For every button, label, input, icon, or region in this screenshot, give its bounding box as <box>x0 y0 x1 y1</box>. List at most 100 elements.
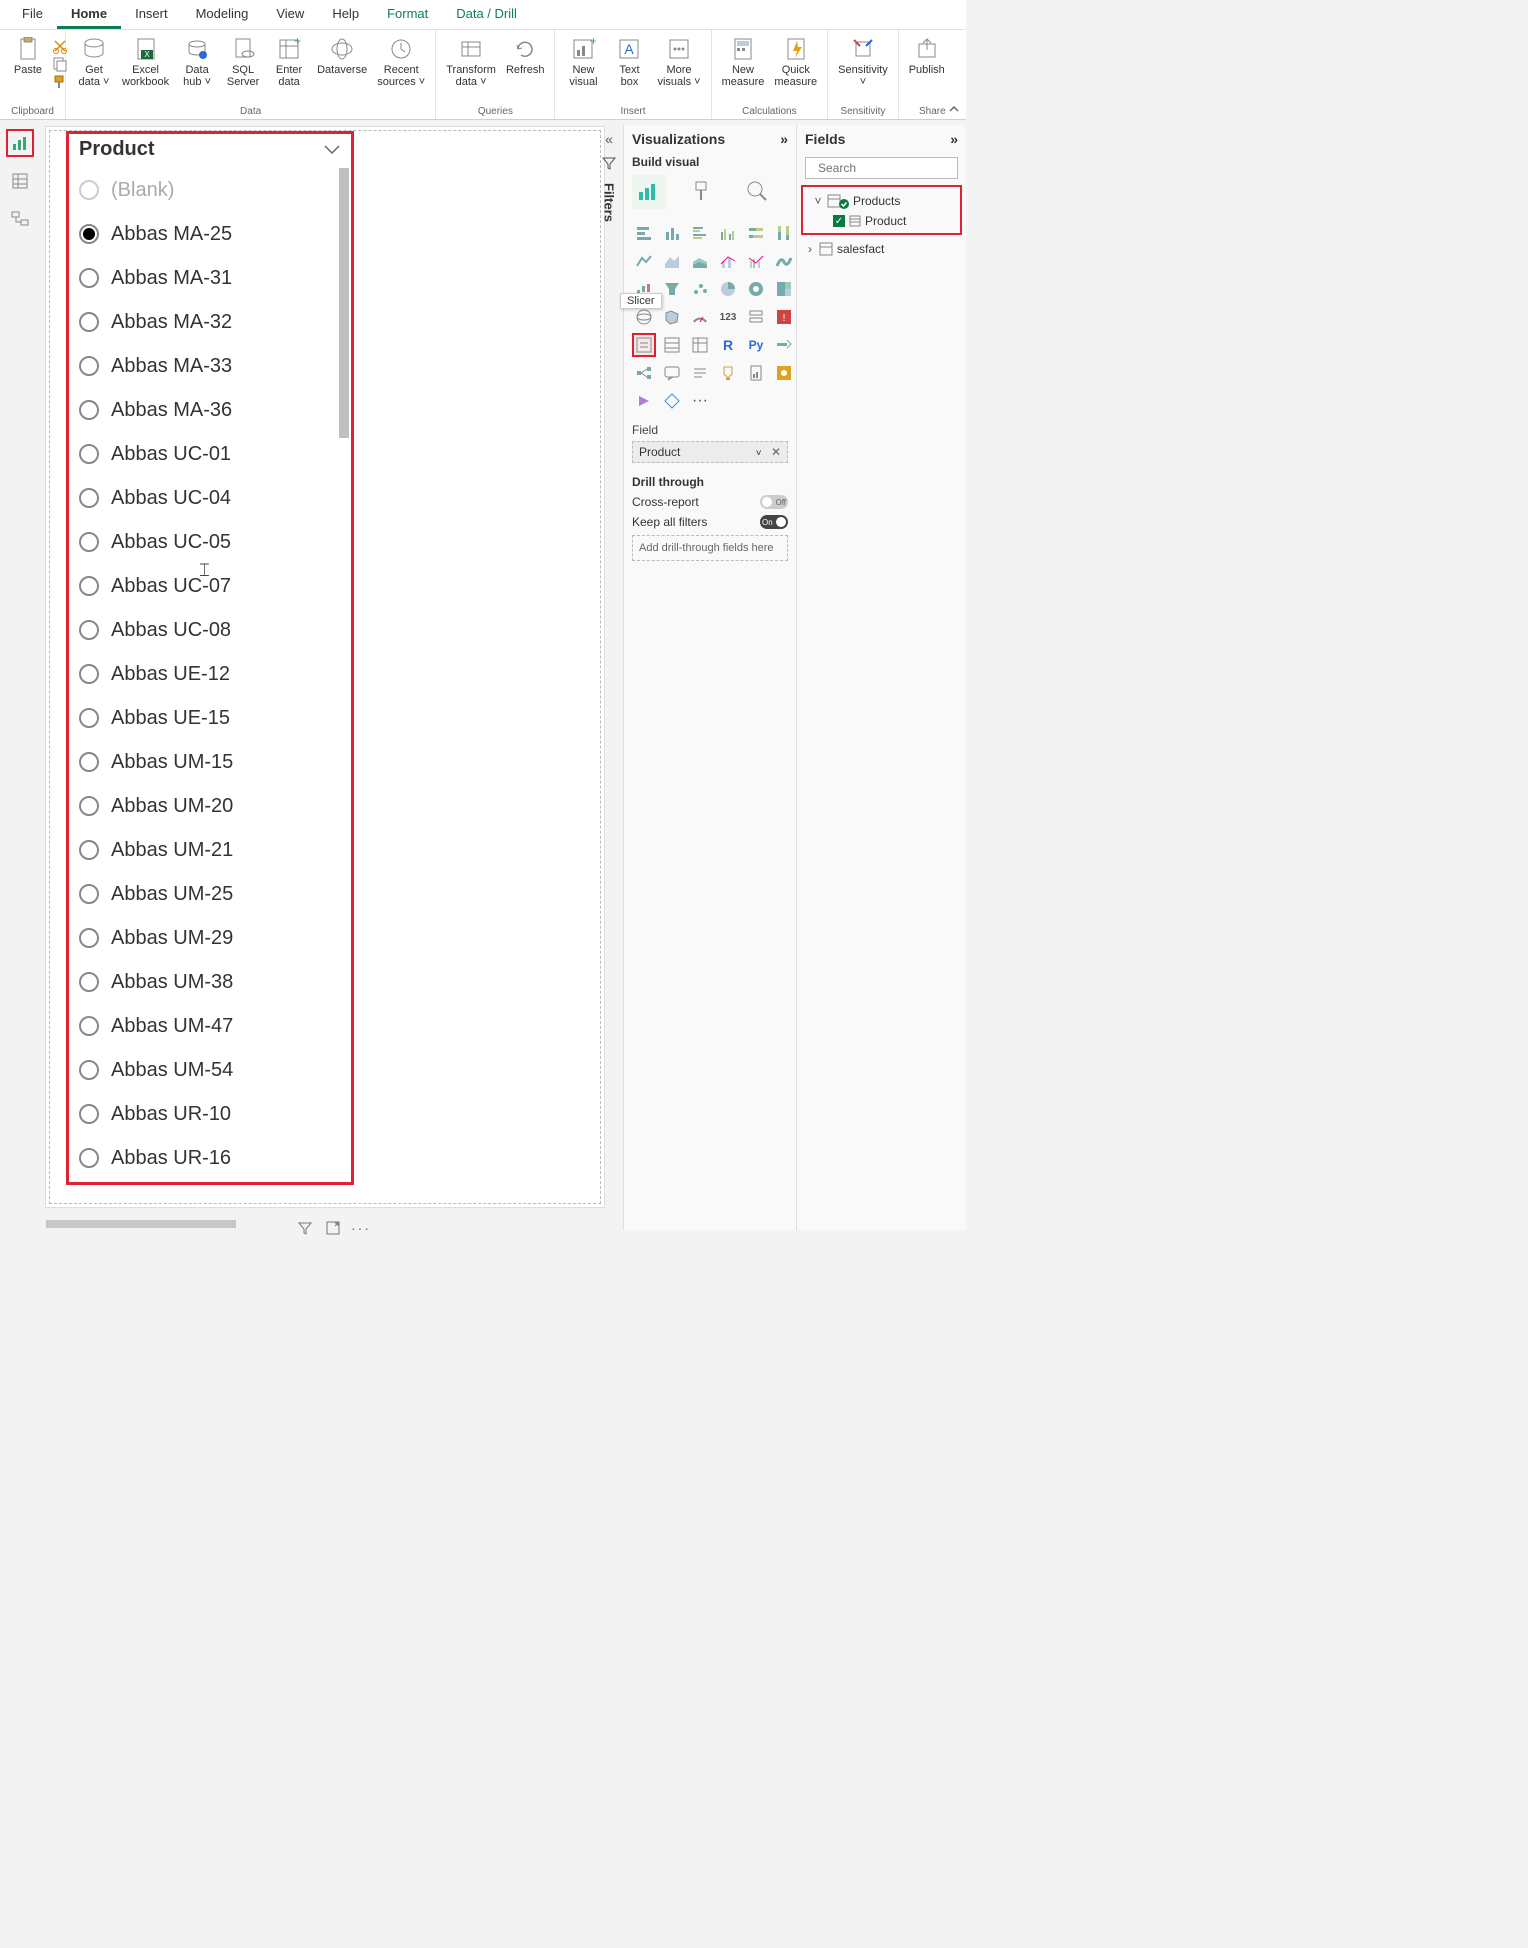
tab-view[interactable]: View <box>262 0 318 29</box>
quick-button[interactable]: Quickmeasure <box>770 34 821 90</box>
ribbon-chart-icon[interactable] <box>772 249 796 273</box>
horizontal-scrollbar[interactable] <box>46 1216 604 1228</box>
radio-icon[interactable] <box>79 532 99 552</box>
radio-icon[interactable] <box>79 840 99 860</box>
enter-button[interactable]: +Enterdata <box>267 34 311 90</box>
radio-icon[interactable] <box>79 884 99 904</box>
collapse-fields-icon[interactable]: » <box>950 131 958 147</box>
label-button[interactable]: Sensitivity˅ <box>834 34 892 90</box>
product-slicer[interactable]: Product (Blank)Abbas MA-25Abbas MA-31Abb… <box>66 131 354 1185</box>
power-automate-icon[interactable] <box>632 389 656 413</box>
report-canvas[interactable]: Product (Blank)Abbas MA-25Abbas MA-31Abb… <box>40 125 966 1230</box>
radio-icon[interactable] <box>79 444 99 464</box>
search-input[interactable] <box>818 161 973 175</box>
stacked-area-icon[interactable] <box>688 249 712 273</box>
textbox-button[interactable]: ATextbox <box>607 34 651 90</box>
tab-insert[interactable]: Insert <box>121 0 182 29</box>
multi-row-card-icon[interactable] <box>744 305 768 329</box>
radio-icon[interactable] <box>79 972 99 992</box>
slicer-item-7[interactable]: Abbas UC-04 <box>79 476 351 520</box>
line-clustered-column-icon[interactable] <box>744 249 768 273</box>
decomposition-tree-icon[interactable] <box>632 361 656 385</box>
field-chip-remove-icon[interactable]: ✕ <box>771 445 781 459</box>
stacked-bar-100-icon[interactable] <box>744 221 768 245</box>
slicer-item-16[interactable]: Abbas UM-25 <box>79 872 351 916</box>
slicer-item-1[interactable]: Abbas MA-25 <box>79 212 351 256</box>
table-salesfact[interactable]: › salesfact <box>803 239 960 259</box>
paste-button[interactable]: Paste <box>6 34 50 94</box>
slicer-item-0[interactable]: (Blank) <box>79 168 351 212</box>
clustered-bar-icon[interactable] <box>688 221 712 245</box>
slicer-item-12[interactable]: Abbas UE-15 <box>79 696 351 740</box>
radio-icon[interactable] <box>79 1016 99 1036</box>
slicer-item-2[interactable]: Abbas MA-31 <box>79 256 351 300</box>
slicer-item-22[interactable]: Abbas UR-16 <box>79 1136 351 1180</box>
tab-format[interactable]: Format <box>373 0 442 29</box>
slicer-item-10[interactable]: Abbas UC-08 <box>79 608 351 652</box>
radio-icon[interactable] <box>79 488 99 508</box>
slicer-item-9[interactable]: Abbas UC-07 <box>79 564 351 608</box>
visual-button[interactable]: +Newvisual <box>561 34 605 90</box>
tab-data-drill[interactable]: Data / Drill <box>442 0 531 29</box>
slicer-item-21[interactable]: Abbas UR-10 <box>79 1092 351 1136</box>
stacked-column-100-icon[interactable] <box>772 221 796 245</box>
stacked-bar-icon[interactable] <box>632 221 656 245</box>
smart-narrative-icon[interactable] <box>688 361 712 385</box>
hub-button[interactable]: Datahub ˅ <box>175 34 219 90</box>
radio-icon[interactable] <box>79 796 99 816</box>
slicer-item-17[interactable]: Abbas UM-29 <box>79 916 351 960</box>
collapse-viz-icon[interactable]: » <box>780 131 788 147</box>
card-icon[interactable]: 123 <box>716 305 740 329</box>
radio-icon[interactable] <box>79 1060 99 1080</box>
slicer-visual-icon[interactable] <box>632 333 656 357</box>
kpi-icon[interactable]: ! <box>772 305 796 329</box>
slicer-item-6[interactable]: Abbas UC-01 <box>79 432 351 476</box>
cross-report-toggle[interactable] <box>760 495 788 509</box>
radio-icon[interactable] <box>79 664 99 684</box>
radio-icon[interactable] <box>79 1104 99 1124</box>
expand-filters-icon[interactable]: « <box>605 131 613 147</box>
transform-button[interactable]: Transformdata ˅ <box>442 34 500 90</box>
refresh-button[interactable]: Refresh <box>502 34 549 90</box>
radio-icon[interactable] <box>79 708 99 728</box>
pie-icon[interactable] <box>716 277 740 301</box>
field-chip-product[interactable]: Product ˅ ✕ <box>632 441 788 463</box>
slicer-item-13[interactable]: Abbas UM-15 <box>79 740 351 784</box>
slicer-item-15[interactable]: Abbas UM-21 <box>79 828 351 872</box>
slicer-item-18[interactable]: Abbas UM-38 <box>79 960 351 1004</box>
r-visual-icon[interactable]: R <box>716 333 740 357</box>
azure-map-icon[interactable] <box>660 389 684 413</box>
line-chart-icon[interactable] <box>632 249 656 273</box>
collapse-ribbon-icon[interactable] <box>948 103 960 115</box>
slicer-item-20[interactable]: Abbas UM-54 <box>79 1048 351 1092</box>
sql-button[interactable]: SQLServer <box>221 34 265 90</box>
treemap-icon[interactable] <box>772 277 796 301</box>
slicer-item-4[interactable]: Abbas MA-33 <box>79 344 351 388</box>
tab-modeling[interactable]: Modeling <box>182 0 263 29</box>
slicer-item-11[interactable]: Abbas UE-12 <box>79 652 351 696</box>
line-stacked-column-icon[interactable] <box>716 249 740 273</box>
drill-through-dropzone[interactable]: Add drill-through fields here <box>632 535 788 561</box>
slicer-item-14[interactable]: Abbas UM-20 <box>79 784 351 828</box>
clustered-column-icon[interactable] <box>716 221 740 245</box>
radio-icon[interactable] <box>79 224 99 244</box>
fields-search[interactable] <box>805 157 958 179</box>
power-apps-icon[interactable] <box>772 361 796 385</box>
chevron-down-icon[interactable]: ˅ <box>813 194 823 208</box>
paginated-report-icon[interactable] <box>744 361 768 385</box>
build-tab[interactable] <box>632 175 666 209</box>
slicer-item-5[interactable]: Abbas MA-36 <box>79 388 351 432</box>
goals-icon[interactable] <box>716 361 740 385</box>
keep-filters-toggle[interactable] <box>760 515 788 529</box>
recent-button[interactable]: Recentsources ˅ <box>373 34 429 90</box>
slicer-scrollbar[interactable] <box>339 168 349 438</box>
chevron-right-icon[interactable]: › <box>805 242 815 256</box>
report-page[interactable]: Product (Blank)Abbas MA-25Abbas MA-31Abb… <box>46 127 604 1207</box>
funnel-icon[interactable] <box>660 277 684 301</box>
publish-button[interactable]: Publish <box>905 34 949 78</box>
radio-icon[interactable] <box>79 1148 99 1168</box>
tab-help[interactable]: Help <box>318 0 373 29</box>
radio-icon[interactable] <box>79 928 99 948</box>
table-products[interactable]: ˅ Products <box>811 190 952 212</box>
field-chip-chevron-icon[interactable]: ˅ <box>756 448 762 459</box>
